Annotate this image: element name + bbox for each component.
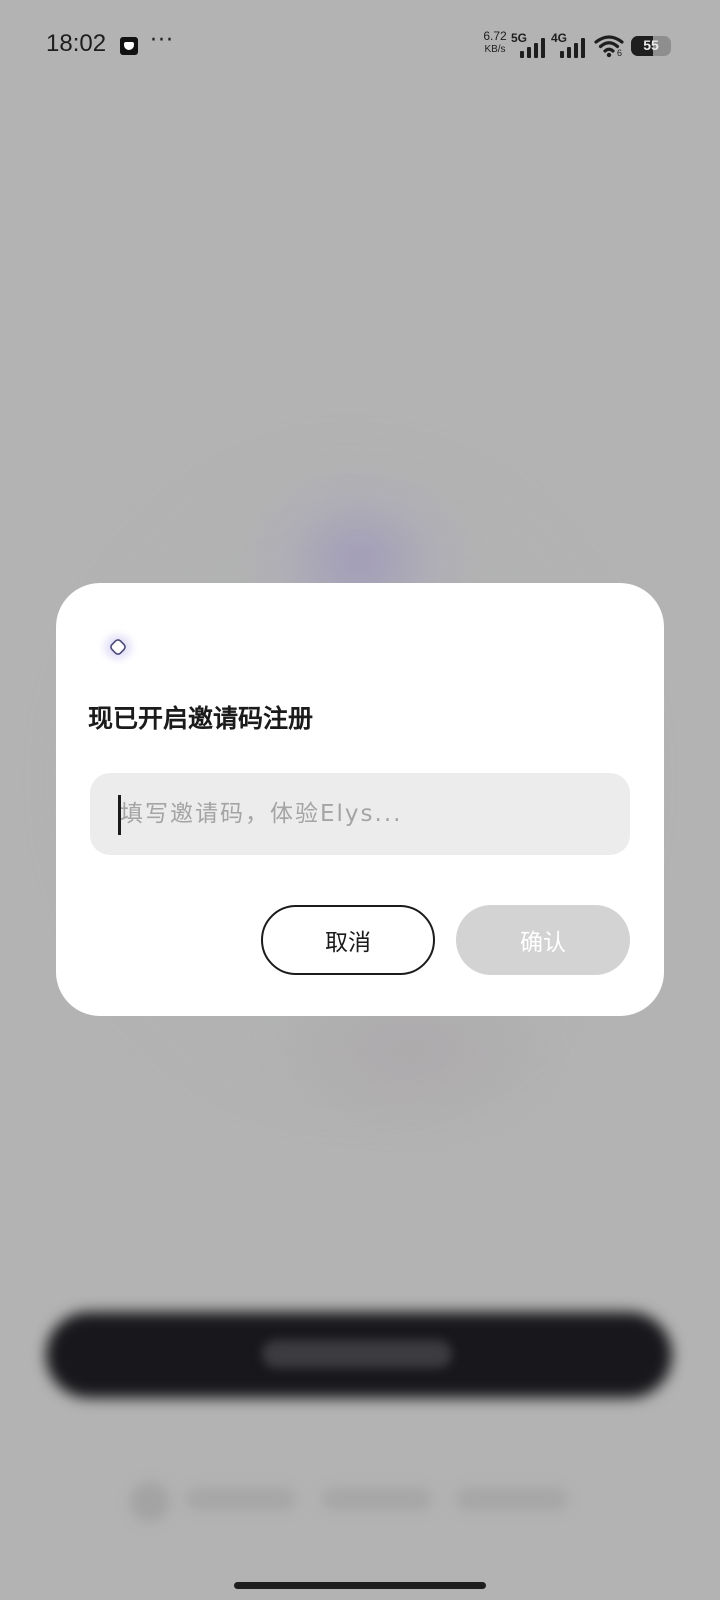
cancel-button[interactable]: 取消 <box>261 905 435 975</box>
background-text <box>456 1488 568 1510</box>
home-indicator[interactable] <box>234 1582 486 1589</box>
network-speed-unit: KB/s <box>484 44 506 55</box>
network-speed: 6.72 KB/s <box>478 30 512 56</box>
wifi-standard-label: 6 <box>617 48 623 58</box>
text-cursor <box>118 795 121 835</box>
network-speed-value: 6.72 <box>483 29 507 43</box>
signal-icon <box>520 36 546 58</box>
background-login-icon <box>130 1482 170 1522</box>
confirm-button[interactable]: 确认 <box>456 905 630 975</box>
invite-code-input[interactable] <box>120 773 610 855</box>
more-icon: ··· <box>150 28 174 53</box>
battery-percent: 55 <box>643 37 659 53</box>
background-text <box>322 1488 432 1510</box>
invite-code-dialog: 现已开启邀请码注册 取消 确认 <box>56 583 664 1016</box>
status-time: 18:02 <box>46 30 107 57</box>
dialog-title: 现已开启邀请码注册 <box>88 704 314 733</box>
signal-icon <box>560 36 586 58</box>
background-primary-button-label <box>262 1340 452 1368</box>
background-text <box>186 1488 296 1510</box>
battery-icon: 55 <box>631 36 671 56</box>
app-notification-icon <box>120 37 138 55</box>
status-bar: 18:02 ··· 6.72 KB/s 5G 4G 6 55 <box>0 0 720 92</box>
app-logo-icon <box>96 627 140 667</box>
invite-code-field[interactable] <box>90 773 630 855</box>
